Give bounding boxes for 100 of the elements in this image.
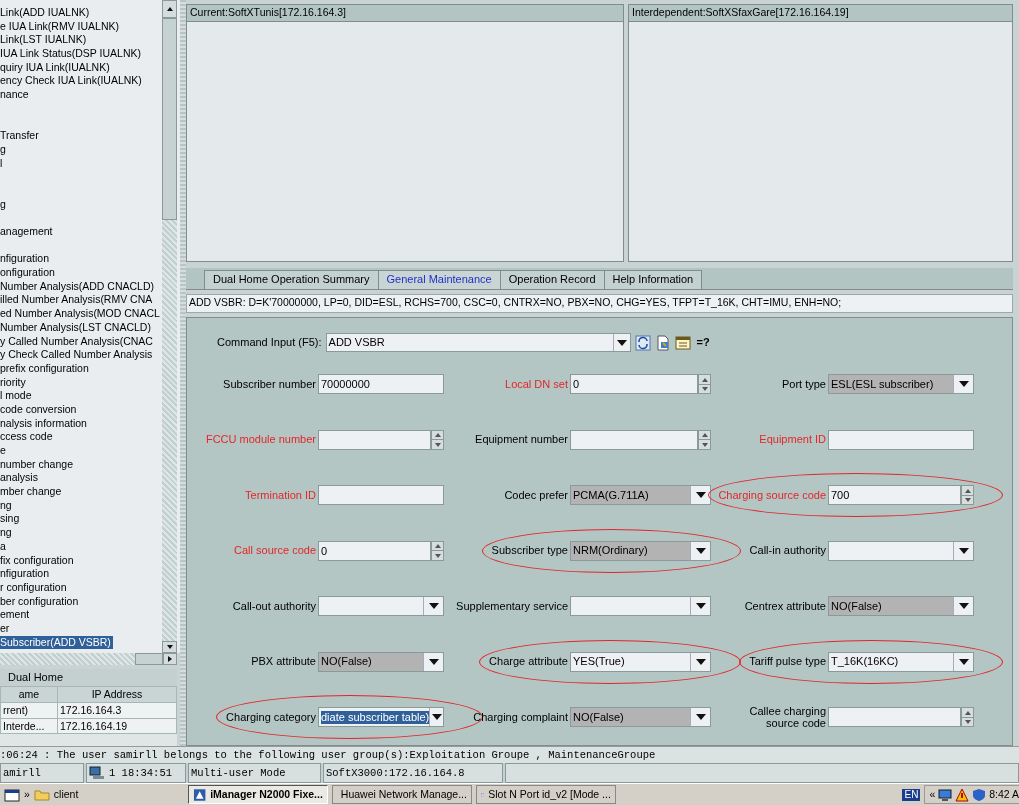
input-field[interactable]: 0 (318, 540, 431, 561)
tree-item[interactable]: illed Number Analysis(RMV CNA (0, 293, 162, 308)
scroll-thumb[interactable] (135, 653, 163, 666)
tree-item[interactable]: er (0, 621, 162, 636)
tree-item[interactable]: code conversion (0, 402, 162, 417)
input-field[interactable] (570, 429, 698, 450)
taskbar-button[interactable]: Slot N Port id_v2 [Mode ... (475, 785, 616, 804)
tree-item[interactable]: nfiguration (0, 252, 162, 267)
spin-button[interactable] (698, 429, 711, 450)
dropdown[interactable]: NO(False) (570, 707, 711, 728)
tree-item[interactable]: nfiguration (0, 567, 162, 581)
table-icon[interactable] (674, 335, 691, 350)
tree-item[interactable]: y Called Number Analysis(CNAC (0, 334, 162, 349)
tray-expand-button[interactable]: « (929, 788, 936, 801)
dropdown[interactable]: diate subscriber table) (318, 707, 444, 728)
input-field[interactable] (828, 707, 961, 728)
dropdown[interactable]: PCMA(G.711A) (570, 485, 711, 506)
more-button[interactable]: » (24, 788, 30, 801)
input-field[interactable]: 700 (828, 485, 961, 506)
tree-item[interactable]: e IUA Link(RMV IUALNK) (0, 19, 162, 34)
dropdown[interactable] (570, 596, 711, 617)
caret-icon (695, 547, 706, 554)
spin-button[interactable] (431, 429, 444, 450)
spin-button[interactable] (961, 707, 974, 728)
tree-item[interactable]: prefix configuration (0, 361, 162, 376)
scroll-down-button[interactable] (162, 641, 177, 654)
up-arrow-icon (701, 433, 708, 437)
clock: 8:42 A (989, 788, 1019, 801)
tree-item[interactable]: onfiguration (0, 266, 162, 280)
shield-icon[interactable] (972, 787, 987, 802)
taskbar-button[interactable]: Huawei Network Manage... (331, 785, 472, 804)
tree-item[interactable]: IUA Link Status(DSP IUALNK) (0, 47, 162, 61)
tree-item[interactable]: anagement (0, 225, 162, 239)
tree-item[interactable]: Number Analysis(ADD CNACLD) (0, 279, 162, 294)
tree-item[interactable]: ber configuration (0, 594, 162, 609)
tree-item[interactable]: fix configuration (0, 553, 162, 568)
tree-item[interactable]: ng (0, 526, 162, 540)
scroll-right-button[interactable] (163, 653, 177, 666)
dropdown[interactable]: NO(False) (828, 596, 974, 617)
warning-icon[interactable] (955, 787, 970, 802)
tree-item[interactable]: number change (0, 457, 162, 472)
column-header[interactable]: IP Address (57, 686, 177, 703)
input-field[interactable]: 70000000 (318, 374, 444, 395)
tree-item[interactable]: Link(LST IUALNK) (0, 33, 162, 48)
tree-item[interactable]: nance (0, 88, 162, 102)
tab[interactable]: Operation Record (499, 269, 605, 289)
column-header[interactable]: ame (0, 686, 58, 703)
tree-item[interactable]: ency Check IUA Link(IUALNK) (0, 74, 162, 89)
spin-button[interactable] (961, 485, 974, 506)
tree-item[interactable]: r configuration (0, 580, 162, 595)
dropdown[interactable] (828, 540, 974, 561)
scroll-up-button[interactable] (162, 0, 177, 18)
refresh-icon[interactable] (634, 334, 651, 351)
dropdown[interactable]: NO(False) (318, 651, 444, 672)
tree-item[interactable]: analysis (0, 471, 162, 486)
tree-item[interactable]: g (0, 197, 162, 212)
caret-icon (428, 658, 439, 665)
tree-item[interactable]: nalysis information (0, 416, 162, 431)
taskbar-folder[interactable]: client (53, 788, 79, 801)
dropdown[interactable]: ESL(ESL subscriber) (828, 374, 974, 395)
tree-item[interactable]: l (0, 156, 162, 171)
tree-item[interactable]: quiry IUA Link(IUALNK) (0, 60, 162, 75)
tree-item[interactable]: Link(ADD IUALNK) (0, 6, 162, 20)
tree-item[interactable]: y Check Called Number Analysis (0, 348, 162, 362)
tree-item[interactable]: ement (0, 608, 162, 622)
command-dropdown[interactable]: ADD VSBR (325, 333, 631, 352)
tree-item[interactable]: Subscriber(ADD VSBR) (0, 635, 113, 650)
spin-button[interactable] (431, 540, 444, 561)
input-field[interactable] (318, 485, 444, 506)
language-indicator[interactable]: EN (902, 788, 921, 801)
taskbar-button[interactable]: iManager N2000 Fixe... (187, 785, 328, 804)
tab[interactable]: Dual Home Operation Summary (204, 269, 379, 289)
tab[interactable]: General Maintenance (377, 269, 501, 289)
dropdown[interactable]: T_16K(16KC) (828, 651, 974, 672)
tree-item[interactable]: a (0, 539, 162, 554)
input-field[interactable]: 0 (570, 374, 698, 395)
monitor-icon[interactable] (938, 787, 953, 802)
spin-button[interactable] (698, 374, 711, 395)
tree-item[interactable]: sing (0, 512, 162, 527)
status-user: amirll (0, 763, 84, 783)
tree-item[interactable]: e (0, 444, 162, 458)
tree-item[interactable]: l mode (0, 389, 162, 403)
tree-item[interactable]: ed Number Analysis(MOD CNACL (0, 307, 162, 321)
tree-item[interactable]: Number Analysis(LST CNACLD) (0, 320, 162, 335)
dropdown[interactable] (318, 596, 444, 617)
tree-item[interactable]: riority (0, 375, 162, 390)
dropdown[interactable]: YES(True) (570, 651, 711, 672)
desktop-icon[interactable] (4, 787, 20, 802)
dropdown[interactable]: NRM(Ordinary) (570, 540, 711, 561)
caret-icon (958, 547, 969, 554)
tree-item[interactable]: mber change (0, 485, 162, 499)
tree-item[interactable]: ccess code (0, 430, 162, 444)
scroll-thumb[interactable] (162, 18, 177, 220)
tab[interactable]: Help Information (603, 269, 703, 289)
tree-item[interactable]: ng (0, 498, 162, 513)
tree-item[interactable]: Transfer (0, 129, 162, 143)
tree-item[interactable]: g (0, 142, 162, 157)
input-field[interactable] (318, 429, 431, 450)
input-field[interactable] (828, 429, 974, 450)
help-button[interactable]: =? (696, 335, 710, 350)
